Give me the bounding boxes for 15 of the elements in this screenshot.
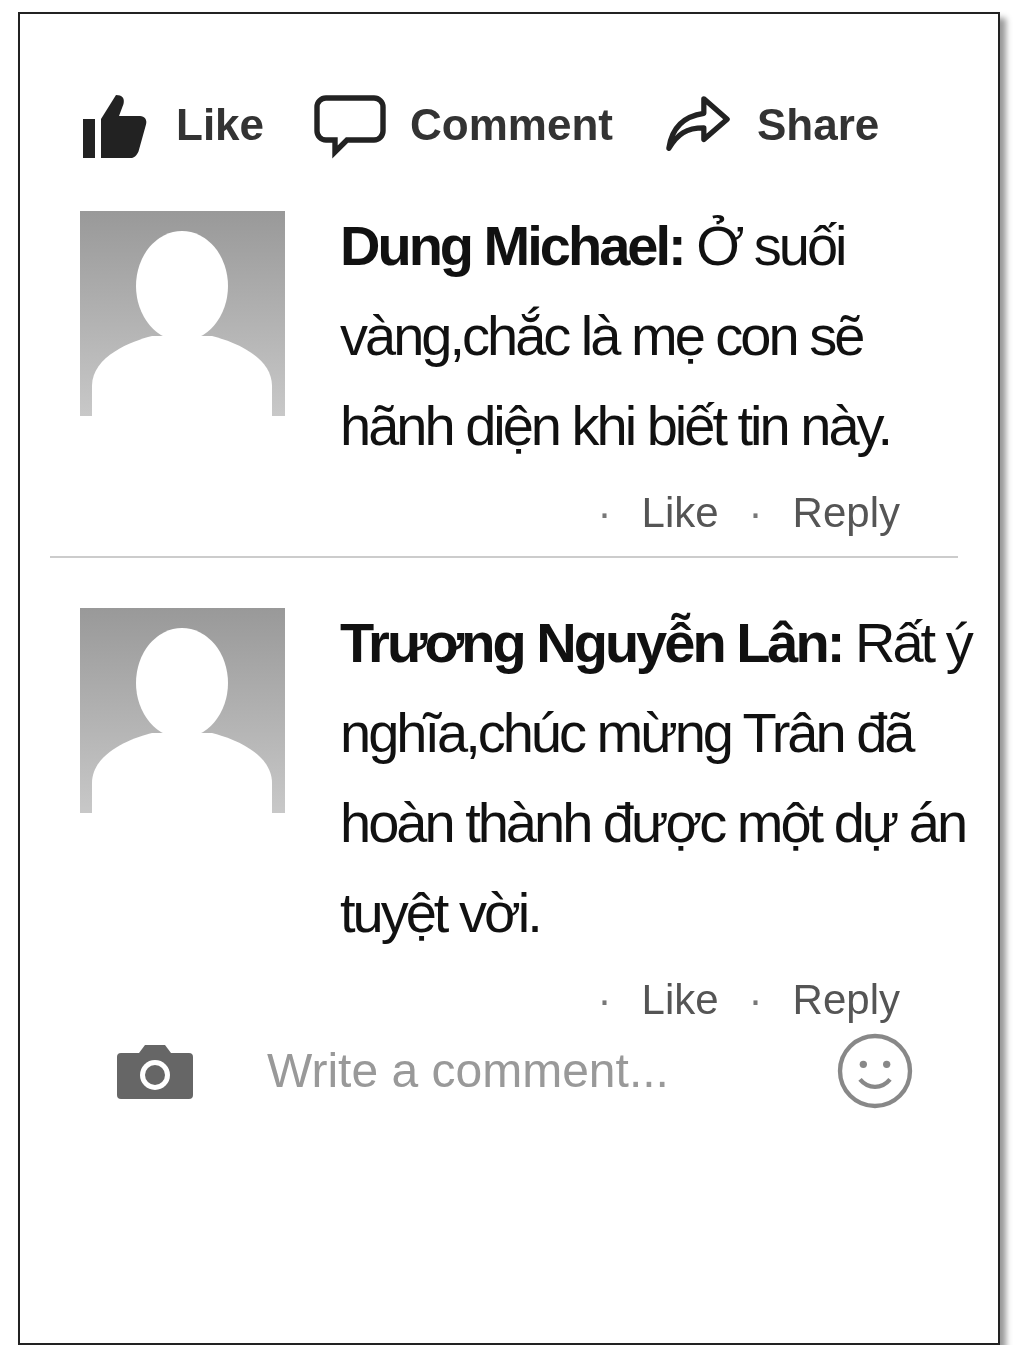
separator-dot: · — [597, 488, 612, 538]
comment-text: Trương Nguyễn Lân: Rất ý nghĩa,chúc mừng Trân đã hoàn thành được một dự án tuyệt vời. — [340, 610, 973, 946]
like-link[interactable]: Like — [641, 481, 719, 544]
separator-dot: · — [748, 975, 763, 1025]
separator-dot: · — [597, 975, 612, 1025]
smiley-icon[interactable] — [835, 1031, 915, 1111]
like-button[interactable]: Like — [80, 89, 265, 161]
separator-dot: · — [748, 488, 763, 538]
comment-button[interactable]: Comment — [314, 89, 613, 161]
share-button[interactable]: Share — [662, 90, 880, 160]
reply-link[interactable]: Reply — [792, 481, 900, 544]
comment-field[interactable]: Write a comment... — [265, 1034, 765, 1108]
comment-text: Dung Michael: Ở suối vàng,chắc là mẹ con sẽ hãnh diện khi biết tin này. — [340, 213, 891, 459]
like-link[interactable]: Like — [641, 968, 719, 1031]
reply-link[interactable]: Reply — [792, 968, 900, 1031]
